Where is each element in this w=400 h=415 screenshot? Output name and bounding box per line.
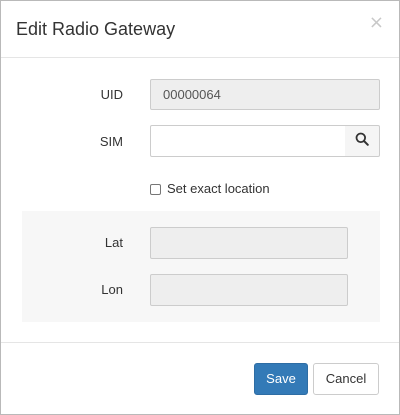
exact-location-option[interactable]: Set exact location — [150, 181, 270, 197]
exact-location-label: Set exact location — [167, 181, 270, 196]
cancel-button[interactable]: Cancel — [313, 363, 379, 395]
dialog-title: Edit Radio Gateway — [16, 19, 176, 39]
lon-field — [150, 274, 348, 306]
dialog-footer: Save Cancel — [1, 342, 399, 415]
uid-label: UID — [100, 87, 123, 102]
lat-field — [150, 227, 348, 259]
save-button[interactable]: Save — [254, 363, 308, 395]
lat-label: Lat — [104, 235, 123, 250]
search-icon — [355, 132, 369, 151]
sim-label: SIM — [99, 134, 123, 149]
sim-input[interactable] — [150, 125, 346, 157]
edit-radio-gateway-dialog: Edit Radio Gateway × UID SIM Set exact l… — [0, 0, 400, 415]
exact-location-checkbox[interactable] — [150, 183, 161, 195]
dialog-header: Edit Radio Gateway × — [1, 1, 399, 58]
lon-label: Lon — [101, 282, 123, 297]
sim-search-button[interactable] — [345, 125, 380, 157]
close-icon[interactable]: × — [369, 14, 384, 32]
uid-field[interactable] — [150, 79, 380, 110]
